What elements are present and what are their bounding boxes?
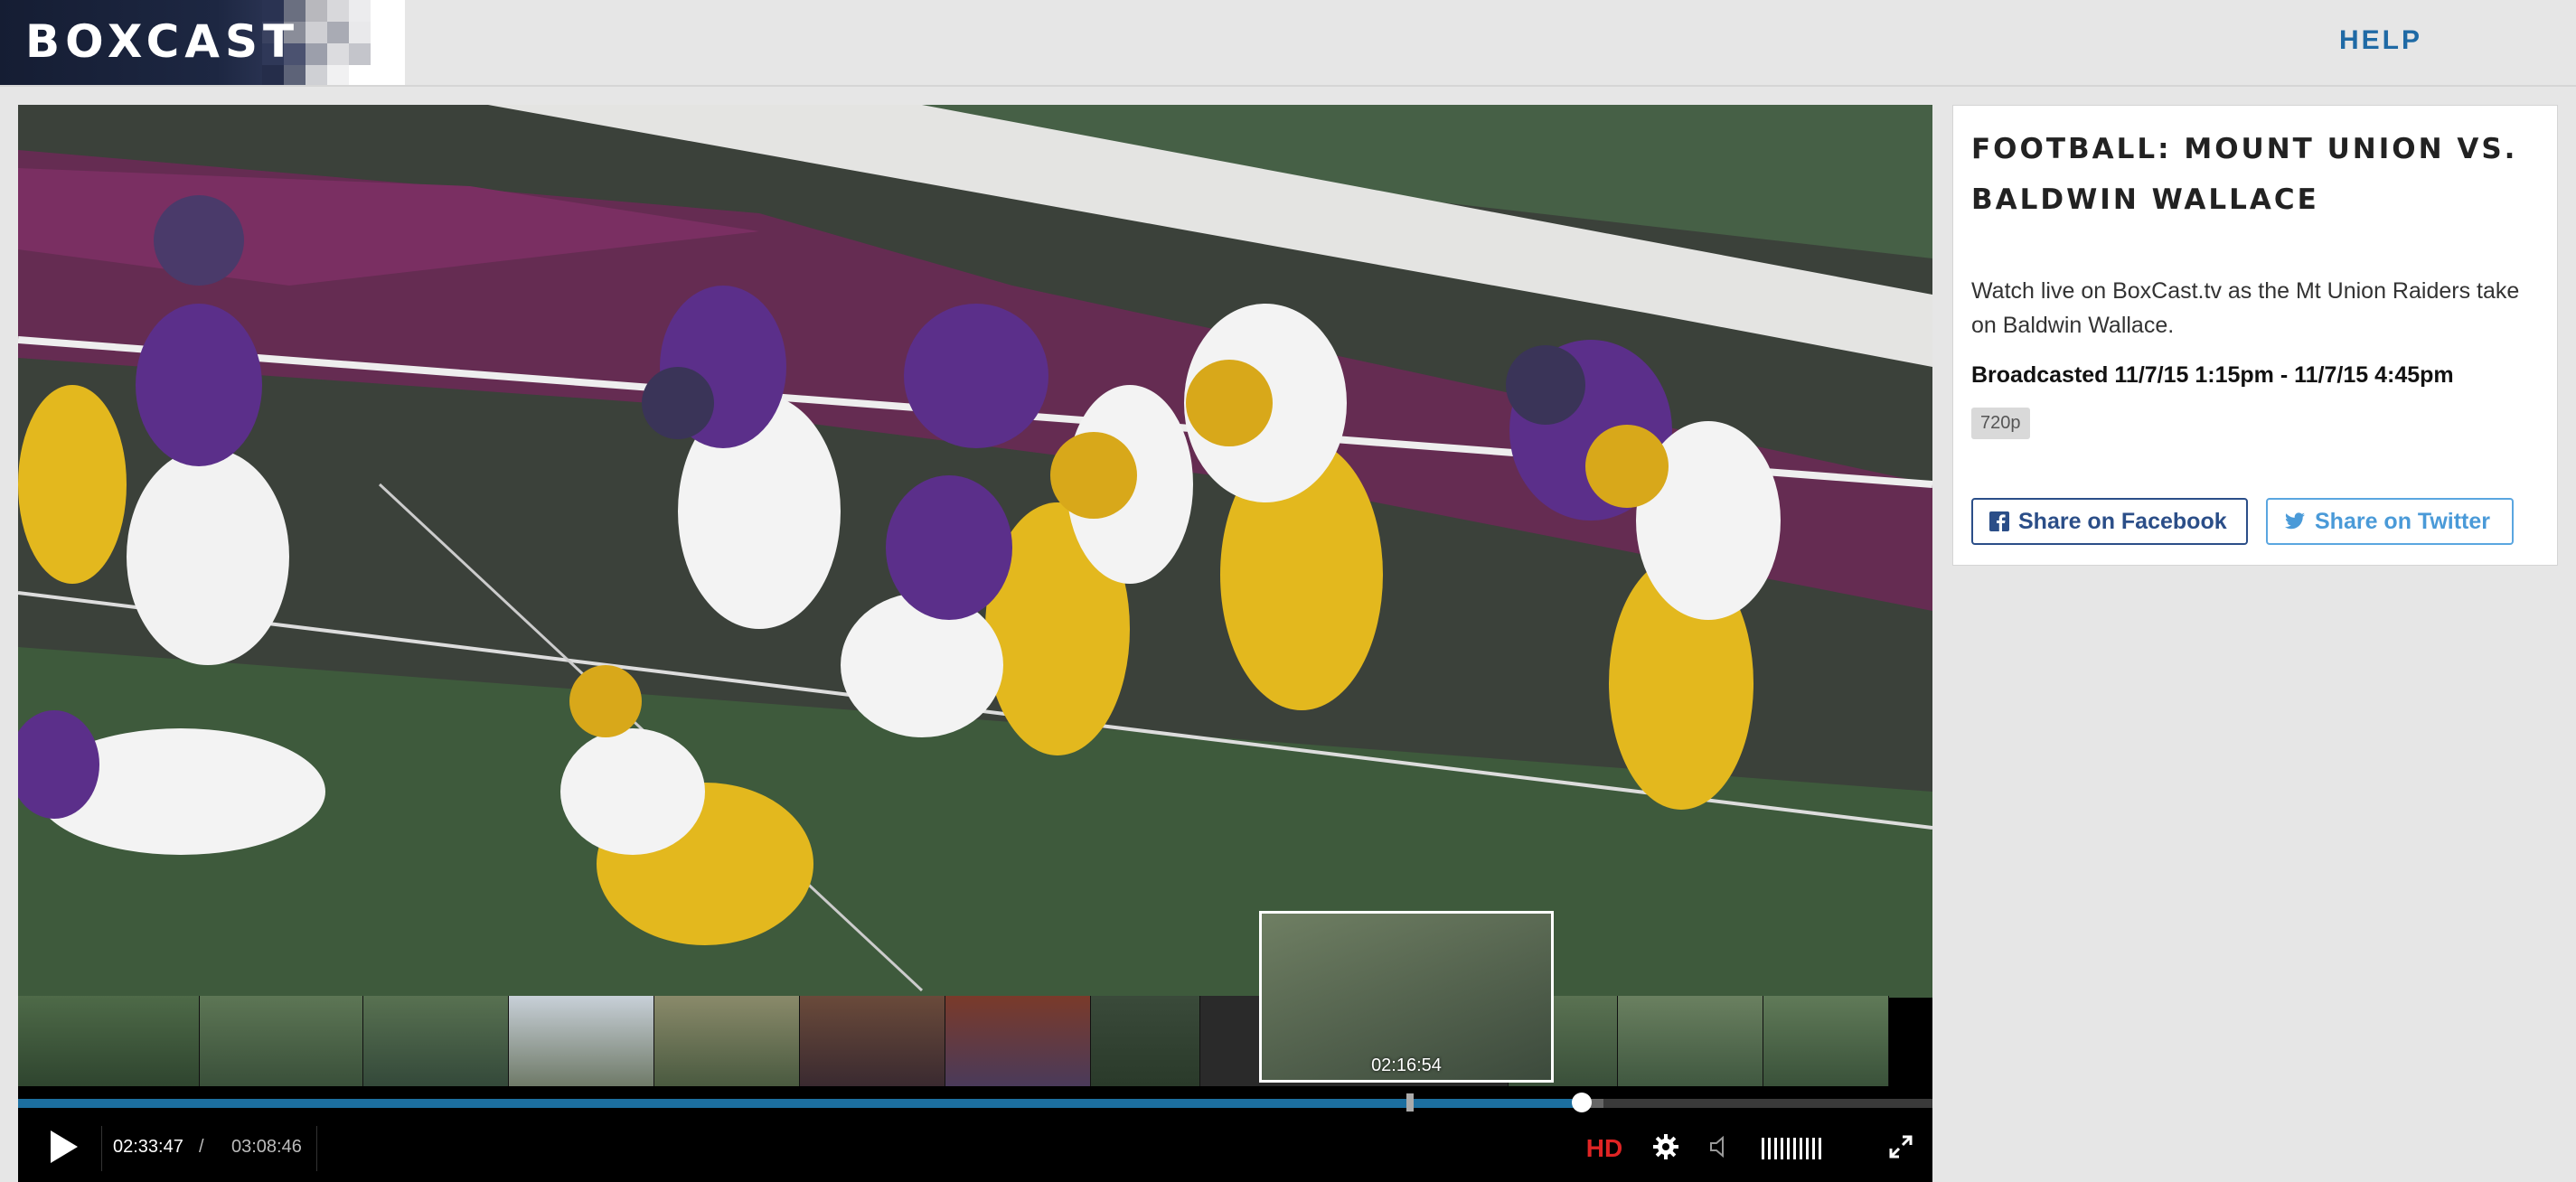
thumbnail[interactable] (800, 996, 945, 1086)
fullscreen-icon (1888, 1134, 1913, 1164)
thumbnail[interactable] (1091, 996, 1200, 1086)
thumbnail[interactable] (18, 996, 200, 1086)
help-link[interactable]: HELP (2339, 25, 2422, 56)
share-twitter-button[interactable]: Share on Twitter (2266, 498, 2514, 545)
duration: 03:08:46 (231, 1137, 302, 1157)
site-header: BOXCAST HELP (0, 0, 2576, 87)
thumbnail-strip[interactable] (18, 996, 1932, 1086)
event-info-panel: FOOTBALL: MOUNT UNION VS. BALDWIN WALLAC… (1952, 105, 2558, 566)
fullscreen-button[interactable] (1880, 1115, 1922, 1182)
play-button[interactable] (36, 1115, 90, 1182)
time-separator: / (199, 1137, 204, 1157)
mute-button[interactable] (1703, 1115, 1739, 1182)
progress-fill (18, 1099, 1582, 1108)
hover-marker (1406, 1093, 1414, 1112)
broadcast-time: Broadcasted 11/7/15 1:15pm - 11/7/15 4:4… (1971, 362, 2454, 388)
share-facebook-button[interactable]: Share on Facebook (1971, 498, 2248, 545)
thumbnail[interactable] (654, 996, 800, 1086)
volume-slider[interactable] (1753, 1115, 1829, 1182)
preview-time: 02:16:54 (1371, 1055, 1442, 1075)
thumbnail[interactable] (200, 996, 363, 1086)
twitter-icon (2284, 512, 2306, 530)
thumbnail[interactable] (363, 996, 509, 1086)
hd-label: HD (1585, 1134, 1623, 1162)
thumbnail[interactable] (1618, 996, 1763, 1086)
progress-handle[interactable] (1572, 1093, 1592, 1112)
gear-icon (1652, 1133, 1679, 1165)
quality-badge: 720p (1971, 408, 2030, 439)
settings-button[interactable] (1645, 1115, 1687, 1182)
logo-text: BOXCAST (25, 15, 300, 68)
video-frame[interactable] (18, 105, 1932, 998)
current-time: 02:33:47 (113, 1137, 183, 1157)
share-twitter-label: Share on Twitter (2315, 508, 2491, 534)
volume-icon (1709, 1135, 1733, 1163)
thumbnail[interactable] (1763, 996, 1889, 1086)
share-facebook-label: Share on Facebook (2018, 508, 2227, 534)
event-description: Watch live on BoxCast.tv as the Mt Union… (1971, 278, 2520, 338)
play-icon (47, 1129, 80, 1169)
thumbnail[interactable] (509, 996, 654, 1086)
video-scene (18, 105, 1932, 998)
scrub-preview: 02:16:54 (1259, 911, 1554, 1083)
control-bar: 02:33:47 / 03:08:46 HD (18, 1115, 1932, 1182)
video-player[interactable]: 02:16:54 02:33:47 / 03:08:46 HD (18, 105, 1932, 1182)
event-title: FOOTBALL: MOUNT UNION VS. BALDWIN WALLAC… (1971, 133, 2518, 216)
facebook-icon (1989, 511, 2009, 531)
volume-level-icon (1762, 1138, 1821, 1159)
progress-bar[interactable] (18, 1093, 1932, 1112)
logo[interactable]: BOXCAST (0, 0, 405, 85)
hd-button[interactable]: HD (1575, 1115, 1634, 1182)
thumbnail[interactable] (945, 996, 1091, 1086)
